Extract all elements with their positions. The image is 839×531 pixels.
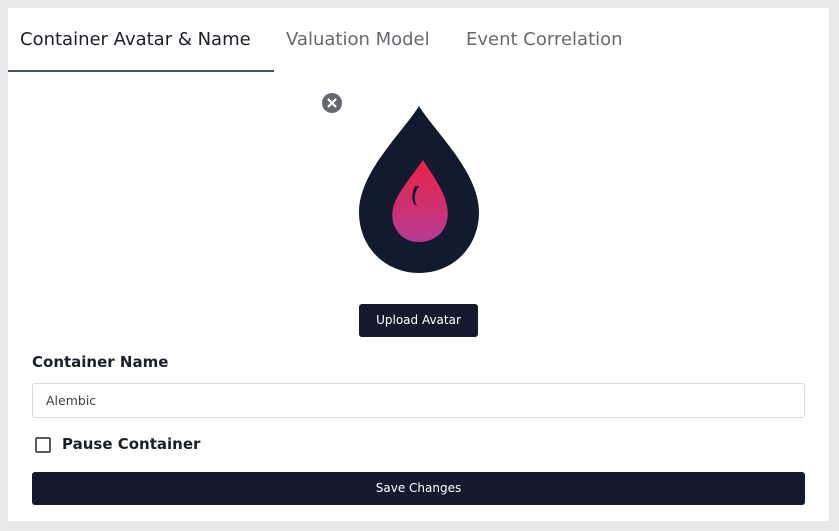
settings-card: Container Avatar & Name Valuation Model … (8, 8, 829, 521)
tab-container-avatar-name[interactable]: Container Avatar & Name (8, 8, 274, 72)
flame-drop-icon (359, 106, 479, 273)
pause-container-checkbox[interactable] (35, 437, 51, 453)
tab-bar: Container Avatar & Name Valuation Model … (8, 8, 829, 72)
container-name-input[interactable] (32, 383, 805, 418)
upload-avatar-button[interactable]: Upload Avatar (359, 304, 478, 337)
save-changes-button[interactable]: Save Changes (32, 472, 805, 505)
pause-container-label[interactable]: Pause Container (62, 435, 200, 453)
tab-event-correlation[interactable]: Event Correlation (454, 8, 634, 72)
close-circle-icon (327, 98, 337, 108)
remove-avatar-button[interactable] (322, 93, 342, 113)
tab-valuation-model[interactable]: Valuation Model (274, 8, 444, 72)
container-name-label: Container Name (32, 353, 169, 371)
